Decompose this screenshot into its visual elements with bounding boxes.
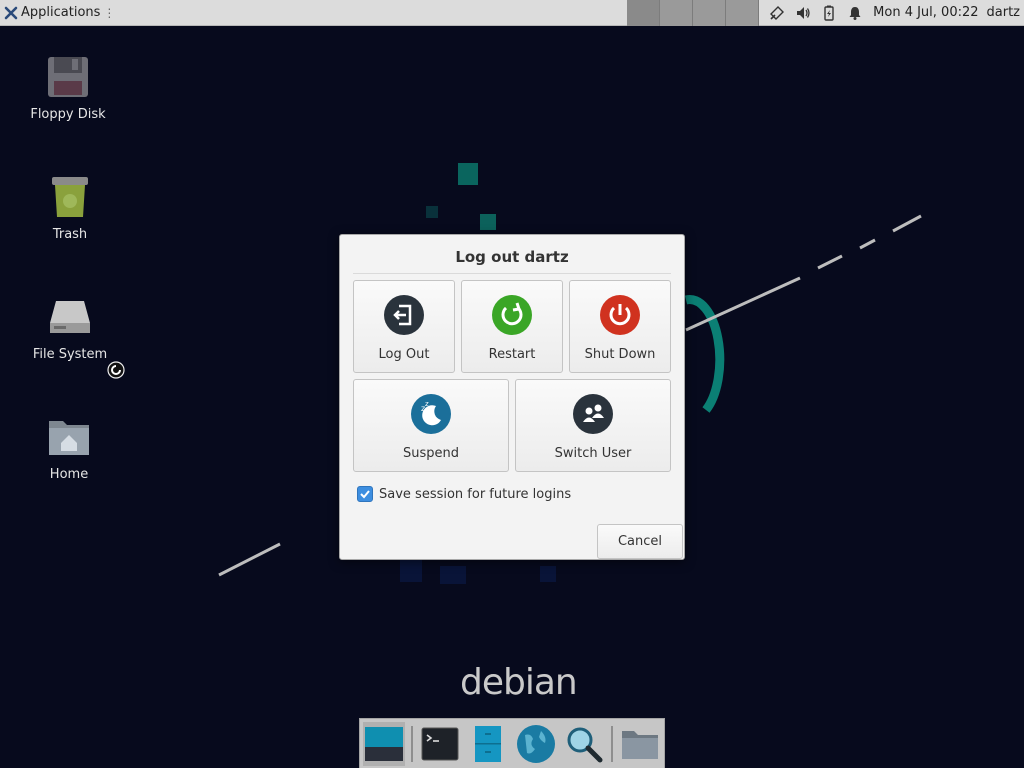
save-session-checkbox[interactable] xyxy=(357,486,373,502)
home-folder-icon xyxy=(49,421,89,455)
dock-separator xyxy=(611,725,613,762)
workspace-3[interactable] xyxy=(693,0,727,26)
user-menu[interactable]: dartz xyxy=(987,5,1024,20)
floppy-disk-icon xyxy=(48,57,88,97)
workspace-4[interactable] xyxy=(726,0,760,26)
desktop-icon-label: Trash xyxy=(52,227,88,242)
restart-button[interactable]: Restart xyxy=(461,280,563,373)
desktop-icon-home[interactable]: Home xyxy=(19,413,119,482)
dock-terminal[interactable] xyxy=(419,722,461,766)
applications-label: Applications xyxy=(21,5,101,20)
workspace-1[interactable] xyxy=(627,0,661,26)
desktop-icon-label: Home xyxy=(49,467,89,482)
trash-icon xyxy=(52,177,88,217)
switch-user-label: Switch User xyxy=(554,446,632,461)
clock[interactable]: Mon 4 Jul, 00:22 xyxy=(873,5,986,20)
desktop-icon-filesystem[interactable]: File System xyxy=(20,293,120,362)
desktop-icon-trash[interactable]: Trash xyxy=(20,173,120,242)
workspace-switcher xyxy=(627,0,760,26)
checkmark-icon xyxy=(360,490,370,499)
restart-icon xyxy=(492,295,532,335)
shutdown-button[interactable]: Shut Down xyxy=(569,280,671,373)
busy-cursor-icon xyxy=(107,361,125,379)
dock xyxy=(359,718,665,768)
xfce-logo-icon xyxy=(4,6,18,19)
dock-file-manager[interactable] xyxy=(467,722,509,766)
battery-icon[interactable] xyxy=(821,5,837,21)
restart-label: Restart xyxy=(488,347,536,362)
power-icon xyxy=(600,295,640,335)
dock-folder[interactable] xyxy=(619,722,661,766)
workspace-2[interactable] xyxy=(660,0,694,26)
svg-text:z: z xyxy=(425,400,429,408)
dock-web-browser[interactable] xyxy=(515,722,557,766)
cancel-button[interactable]: Cancel xyxy=(597,524,683,559)
suspend-label: Suspend xyxy=(402,446,459,461)
dock-separator xyxy=(411,725,413,762)
switch-user-icon xyxy=(573,394,613,434)
logout-label: Log Out xyxy=(378,347,430,362)
shutdown-label: Shut Down xyxy=(584,347,656,362)
dialog-divider xyxy=(353,273,671,274)
desktop-icon-label: File System xyxy=(32,347,108,362)
logout-icon xyxy=(384,295,424,335)
show-desktop-icon xyxy=(365,726,404,761)
web-browser-icon xyxy=(517,724,556,763)
system-tray xyxy=(759,0,873,26)
desktop-icon-floppy[interactable]: Floppy Disk xyxy=(18,53,118,122)
logout-dialog: Log out dartz Log Out Restart Shut Down … xyxy=(339,234,685,560)
notifications-icon[interactable] xyxy=(847,5,863,21)
panel-handle-icon: ⋮ xyxy=(103,5,116,20)
desktop-icon-label: Floppy Disk xyxy=(30,107,106,122)
folder-icon xyxy=(621,730,658,759)
logout-button[interactable]: Log Out xyxy=(353,280,455,373)
dialog-title: Log out dartz xyxy=(455,248,569,266)
save-session-row[interactable]: Save session for future logins xyxy=(357,486,571,502)
drive-icon xyxy=(50,301,90,333)
save-session-label: Save session for future logins xyxy=(379,486,572,502)
suspend-icon: z z xyxy=(411,394,451,434)
top-panel: Applications ⋮ Mon 4 Jul, 00:22 dartz xyxy=(0,0,1024,26)
applications-menu[interactable]: Applications ⋮ xyxy=(0,0,119,26)
app-finder-icon xyxy=(567,727,603,762)
network-icon[interactable] xyxy=(769,5,785,21)
terminal-icon xyxy=(421,727,459,760)
suspend-button[interactable]: z z Suspend xyxy=(353,379,509,472)
volume-icon[interactable] xyxy=(795,5,811,21)
file-manager-icon xyxy=(474,725,501,762)
switch-user-button[interactable]: Switch User xyxy=(515,379,671,472)
debian-brand: debian xyxy=(460,662,578,703)
dock-app-finder[interactable] xyxy=(563,722,605,766)
dock-show-desktop[interactable] xyxy=(363,721,406,766)
